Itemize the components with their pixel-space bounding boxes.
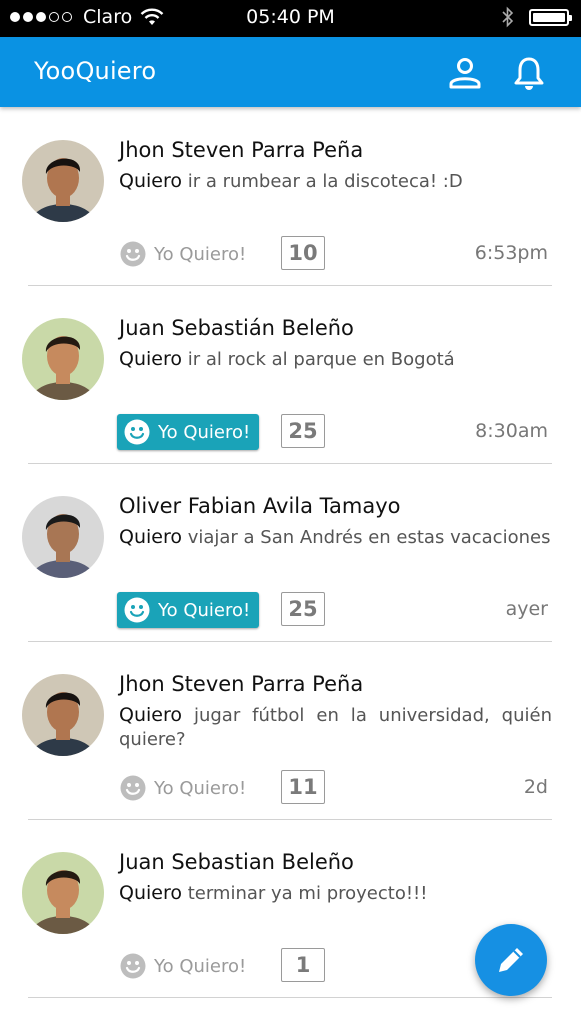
post-verb: Quiero <box>119 526 182 548</box>
post-message: Quiero viajar a San Andrés en estas vaca… <box>119 525 552 550</box>
yo-quiero-button[interactable]: Yo Quiero! <box>117 948 248 984</box>
status-right <box>501 6 572 28</box>
post-message: Quiero ir al rock al parque en Bogotá <box>119 347 552 372</box>
author-name[interactable]: Oliver Fabian Avila Tamayo <box>119 494 401 518</box>
avatar-photo <box>22 852 104 934</box>
yo-quiero-button[interactable]: Yo Quiero! <box>117 592 260 628</box>
yo-quiero-label: Yo Quiero! <box>154 243 247 265</box>
bluetooth-icon <box>502 6 514 28</box>
yo-quiero-button[interactable]: Yo Quiero! <box>117 770 248 806</box>
author-name[interactable]: Jhon Steven Parra Peña <box>119 138 363 162</box>
app-title: YooQuiero <box>34 57 157 85</box>
post-text: jugar fútbol en la universidad, quién qu… <box>119 705 552 750</box>
post-verb: Quiero <box>119 882 182 904</box>
post-time: 2d <box>523 776 548 798</box>
avatar[interactable] <box>22 318 104 400</box>
smiley-icon <box>120 775 146 801</box>
post-text: terminar ya mi proyecto!!! <box>187 883 428 904</box>
post-actions: Yo Quiero! 25 8:30am <box>117 414 552 450</box>
battery-icon <box>529 8 572 26</box>
author-name[interactable]: Juan Sebastián Beleño <box>119 316 354 340</box>
yo-quiero-button[interactable]: Yo Quiero! <box>117 236 248 272</box>
avatar-photo <box>22 674 104 756</box>
avatar-photo <box>22 318 104 400</box>
profile-button[interactable] <box>447 55 483 91</box>
feed-item: Oliver Fabian Avila Tamayo Quiero viajar… <box>0 464 581 642</box>
avatar[interactable] <box>22 852 104 934</box>
avatar-photo <box>22 496 104 578</box>
yo-quiero-label: Yo Quiero! <box>154 955 247 977</box>
status-time: 05:40 PM <box>246 6 335 28</box>
avatar[interactable] <box>22 674 104 756</box>
post-message: Quiero ir a rumbear a la discoteca! :D <box>119 169 552 194</box>
author-name[interactable]: Juan Sebastian Beleño <box>119 850 354 874</box>
post-time: 8:30am <box>475 420 548 442</box>
avatar-photo <box>22 140 104 222</box>
smiley-icon <box>124 419 150 445</box>
post-verb: Quiero <box>119 704 182 726</box>
post-message: Quiero terminar ya mi proyecto!!! <box>119 881 552 906</box>
compose-button[interactable] <box>475 924 547 996</box>
smiley-icon <box>120 241 146 267</box>
post-actions: Yo Quiero! 25 ayer <box>117 592 552 628</box>
post-actions: Yo Quiero! 11 2d <box>117 770 552 806</box>
yo-quiero-label: Yo Quiero! <box>154 777 247 799</box>
yo-quiero-button[interactable]: Yo Quiero! <box>117 414 260 450</box>
feed-list: Jhon Steven Parra Peña Quiero ir a rumbe… <box>0 108 581 998</box>
app-bar: YooQuiero <box>0 37 581 107</box>
quiero-count[interactable]: 11 <box>281 770 325 804</box>
notifications-button[interactable] <box>511 55 547 91</box>
profile-icon <box>449 58 481 89</box>
feed-item: Jhon Steven Parra Peña Quiero jugar fútb… <box>0 642 581 820</box>
post-message: Quiero jugar fútbol en la universidad, q… <box>119 703 552 752</box>
status-bar: Claro 05:40 PM <box>0 0 581 37</box>
pencil-icon <box>499 948 523 972</box>
smiley-icon <box>124 597 150 623</box>
feed-item: Jhon Steven Parra Peña Quiero ir a rumbe… <box>0 108 581 286</box>
divider <box>28 997 552 998</box>
yo-quiero-label: Yo Quiero! <box>158 421 251 443</box>
post-time: ayer <box>505 598 548 620</box>
post-actions: Yo Quiero! 10 6:53pm <box>117 236 552 272</box>
avatar[interactable] <box>22 496 104 578</box>
post-text: ir a rumbear a la discoteca! :D <box>187 171 463 192</box>
post-text: ir al rock al parque en Bogotá <box>187 349 455 370</box>
post-verb: Quiero <box>119 348 182 370</box>
quiero-count[interactable]: 1 <box>281 948 325 982</box>
post-time: 6:53pm <box>474 242 548 264</box>
quiero-count[interactable]: 10 <box>281 236 325 270</box>
author-name[interactable]: Jhon Steven Parra Peña <box>119 672 363 696</box>
smiley-icon <box>120 953 146 979</box>
yo-quiero-label: Yo Quiero! <box>158 599 251 621</box>
quiero-count[interactable]: 25 <box>281 592 325 626</box>
feed-item: Juan Sebastián Beleño Quiero ir al rock … <box>0 286 581 464</box>
post-text: viajar a San Andrés en estas vacaciones <box>187 527 551 548</box>
post-verb: Quiero <box>119 170 182 192</box>
avatar[interactable] <box>22 140 104 222</box>
quiero-count[interactable]: 25 <box>281 414 325 448</box>
bell-icon <box>514 57 544 90</box>
